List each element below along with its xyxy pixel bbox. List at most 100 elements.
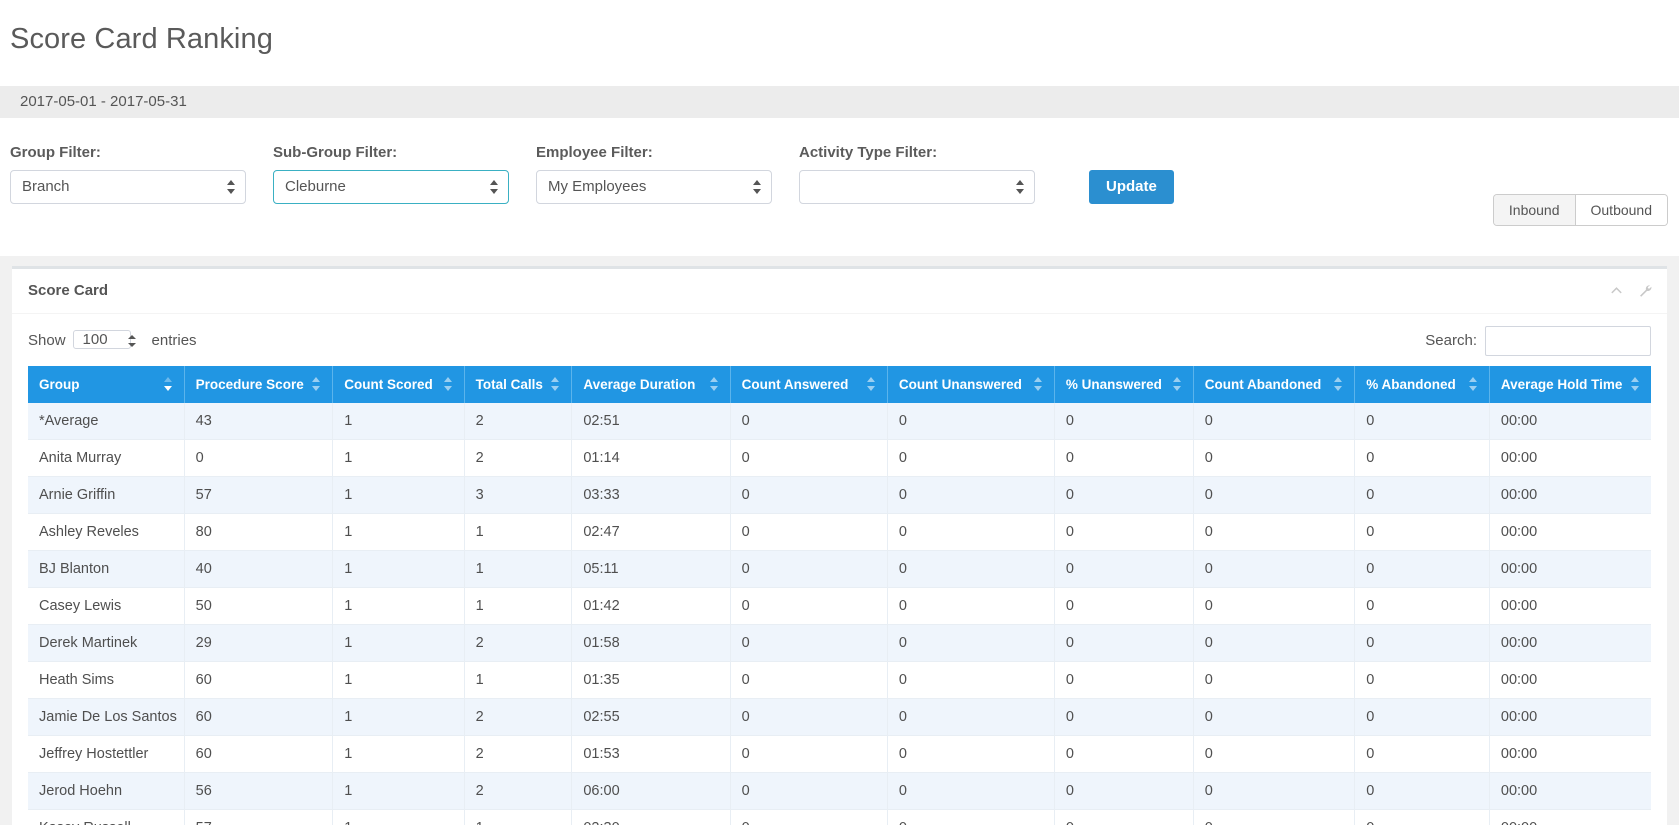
table-cell: 0 [730, 402, 888, 440]
table-cell: 1 [332, 513, 465, 551]
column-header-abandoned[interactable]: % Abandoned [1354, 365, 1490, 403]
table-cell: 0 [730, 513, 888, 551]
table-cell: 60 [184, 698, 334, 736]
table-cell: 3 [464, 476, 573, 514]
column-header-average-duration[interactable]: Average Duration [571, 365, 731, 403]
cell-group: BJ Blanton [28, 550, 185, 588]
table-cell: 0 [1193, 735, 1356, 773]
search-input[interactable] [1485, 325, 1651, 356]
table-cell: 1 [332, 624, 465, 662]
table-cell: 1 [332, 439, 465, 477]
tab-inbound[interactable]: Inbound [1493, 195, 1576, 226]
table-cell: 00:00 [1489, 476, 1651, 514]
column-header-label: Count Scored [344, 376, 433, 392]
table-row[interactable]: Anita Murray 0 1 2 01:14 0 0 0 0 0 00:00 [28, 439, 1651, 477]
employee-filter-select[interactable]: My Employees [536, 169, 772, 204]
table-cell: 00:00 [1489, 402, 1651, 440]
table-row[interactable]: Ashley Reveles 80 1 1 02:47 0 0 0 0 0 00:00 [28, 513, 1651, 551]
table-cell: 06:00 [571, 772, 731, 810]
page-length-value: 100 [72, 329, 131, 349]
column-header-count-scored[interactable]: Count Scored [332, 365, 465, 403]
column-header-count-abandoned[interactable]: Count Abandoned [1193, 365, 1356, 403]
cell-group: Kasey Russell [28, 809, 185, 825]
table-cell: 0 [1193, 402, 1356, 440]
subgroup-filter-group: Sub-Group Filter: Cleburne [273, 144, 509, 204]
column-header-total-calls[interactable]: Total Calls [464, 365, 573, 403]
table-cell: 80 [184, 513, 334, 551]
group-filter-group: Group Filter: Branch [10, 144, 246, 204]
table-cell: 0 [730, 809, 888, 825]
group-filter-label: Group Filter: [10, 143, 101, 161]
table-cell: 57 [184, 476, 334, 514]
table-cell: 0 [1354, 550, 1490, 588]
table-cell: 0 [730, 476, 888, 514]
activity-type-filter-label: Activity Type Filter: [799, 143, 938, 161]
table-cell: 0 [1193, 476, 1356, 514]
column-header-unanswered[interactable]: % Unanswered [1054, 365, 1194, 403]
table-cell: 00:00 [1489, 661, 1651, 699]
table-cell: 1 [332, 587, 465, 625]
table-cell: 1 [464, 809, 573, 825]
table-cell: 0 [887, 439, 1055, 477]
chevron-up-icon[interactable] [1609, 283, 1624, 298]
cell-group: Jerod Hoehn [28, 772, 185, 810]
column-header-procedure-score[interactable]: Procedure Score [184, 365, 334, 403]
group-filter-select[interactable]: Branch [10, 169, 246, 204]
cell-group: Heath Sims [28, 661, 185, 699]
table-row[interactable]: Derek Martinek 29 1 2 01:58 0 0 0 0 0 00:00 [28, 624, 1651, 662]
update-button[interactable]: Update [1089, 169, 1174, 204]
table-row[interactable]: Arnie Griffin 57 1 3 03:33 0 0 0 0 0 00:00 [28, 476, 1651, 514]
subgroup-filter-select[interactable]: Cleburne [273, 169, 509, 204]
column-header-label: Total Calls [475, 376, 543, 392]
column-header-average-hold-time[interactable]: Average Hold Time [1489, 365, 1651, 403]
table-cell: 0 [1354, 439, 1490, 477]
column-header-count-answered[interactable]: Count Answered [730, 365, 888, 403]
subgroup-filter-value: Cleburne [273, 169, 509, 204]
table-cell: 0 [184, 439, 334, 477]
table-cell: 0 [887, 772, 1055, 810]
table-cell: 0 [1193, 624, 1356, 662]
cell-group: Ashley Reveles [28, 513, 185, 551]
table-row[interactable]: Jerod Hoehn 56 1 2 06:00 0 0 0 0 0 00:00 [28, 772, 1651, 810]
column-header-group[interactable]: Group [28, 365, 185, 403]
table-cell: 0 [887, 476, 1055, 514]
table-row[interactable]: Kasey Russell571102:300000000:00 [28, 809, 1651, 825]
search-label: Search: [1425, 332, 1477, 350]
table-scroll-region: Group Procedure Score Count Scored Total Ca… [12, 365, 1667, 825]
table-cell: 1 [464, 661, 573, 699]
table-cell: 60 [184, 735, 334, 773]
table-cell: 1 [332, 772, 465, 810]
sort-icon [1333, 377, 1345, 392]
table-cell: 40 [184, 550, 334, 588]
table-row[interactable]: *Average 43 1 2 02:51 0 0 0 0 0 00:00 [28, 402, 1651, 440]
wrench-icon[interactable] [1638, 283, 1653, 298]
table-row[interactable]: Heath Sims 60 1 1 01:35 0 0 0 0 0 00:00 [28, 661, 1651, 699]
cell-group: *Average [28, 402, 185, 440]
table-cell: 0 [730, 624, 888, 662]
table-cell: 1 [332, 809, 465, 825]
table-cell: 0 [887, 661, 1055, 699]
table-cell: 0 [1354, 513, 1490, 551]
table-cell: 0 [1354, 698, 1490, 736]
table-row[interactable]: Jamie De Los Santos 60 1 2 02:55 0 0 0 0 0 00:00 [28, 698, 1651, 736]
sort-icon [443, 377, 455, 392]
table-cell: 1 [464, 587, 573, 625]
column-header-label: Count Unanswered [898, 376, 1022, 392]
column-header-count-unanswered[interactable]: Count Unanswered [887, 365, 1055, 403]
table-cell: 2 [464, 439, 573, 477]
activity-type-filter-group: Activity Type Filter: [799, 144, 1035, 204]
page-length-select[interactable]: 100 [72, 326, 145, 356]
table-cell: 0 [887, 809, 1055, 825]
table-cell: 02:55 [571, 698, 731, 736]
table-cell: 0 [1054, 476, 1194, 514]
table-row[interactable]: BJ Blanton 40 1 1 05:11 0 0 0 0 0 00:00 [28, 550, 1651, 588]
table-cell: 0 [887, 698, 1055, 736]
tab-outbound[interactable]: Outbound [1575, 195, 1667, 226]
table-cell: 0 [1354, 735, 1490, 773]
table-cell: 0 [1193, 661, 1356, 699]
panel-header: Score Card [12, 269, 1667, 314]
table-row[interactable]: Jeffrey Hostettler 60 1 2 01:53 0 0 0 0 0 00:00 [28, 735, 1651, 773]
activity-type-filter-select[interactable] [799, 169, 1035, 204]
table-row[interactable]: Casey Lewis 50 1 1 01:42 0 0 0 0 0 00:00 [28, 587, 1651, 625]
